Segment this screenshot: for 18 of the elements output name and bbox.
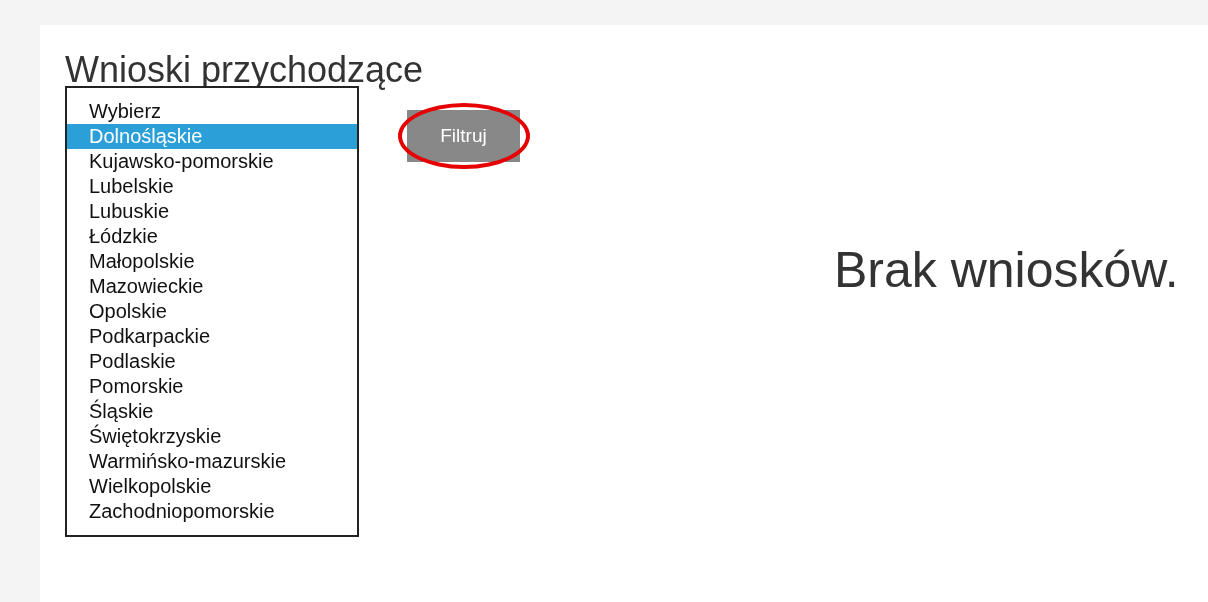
region-option[interactable]: Wielkopolskie — [67, 474, 357, 499]
filter-button[interactable]: Filtruj — [407, 110, 520, 162]
region-option[interactable]: Małopolskie — [67, 249, 357, 274]
region-option[interactable]: Lubuskie — [67, 199, 357, 224]
region-option[interactable]: Mazowieckie — [67, 274, 357, 299]
region-option[interactable]: Warmińsko-mazurskie — [67, 449, 357, 474]
empty-message: Brak wniosków. — [834, 241, 1179, 299]
region-option[interactable]: Opolskie — [67, 299, 357, 324]
region-option[interactable]: Zachodniopomorskie — [67, 499, 357, 524]
region-option[interactable]: Podkarpackie — [67, 324, 357, 349]
region-option[interactable]: Podlaskie — [67, 349, 357, 374]
region-option[interactable]: Kujawsko-pomorskie — [67, 149, 357, 174]
region-option[interactable]: Świętokrzyskie — [67, 424, 357, 449]
region-option[interactable]: Wybierz — [67, 99, 357, 124]
region-option[interactable]: Śląskie — [67, 399, 357, 424]
region-option[interactable]: Lubelskie — [67, 174, 357, 199]
region-option[interactable]: Łódzkie — [67, 224, 357, 249]
region-option[interactable]: Pomorskie — [67, 374, 357, 399]
